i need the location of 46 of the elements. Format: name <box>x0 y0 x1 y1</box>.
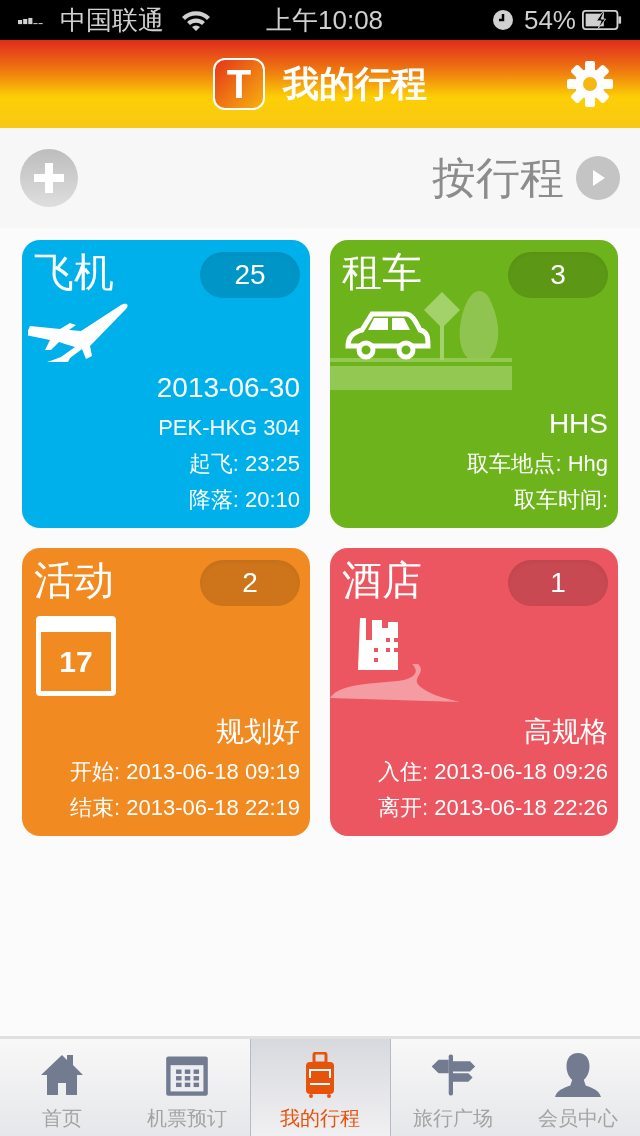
calendar-icon: 17 <box>36 616 116 696</box>
carrier-name: 中国联通 <box>60 3 164 37</box>
card-headline: 高规格 <box>524 715 608 749</box>
house-icon <box>39 1052 86 1098</box>
card-title: 飞机 <box>34 249 114 296</box>
count-badge: 3 <box>508 252 608 298</box>
card-detail: 降落: 20:10 <box>188 486 300 514</box>
card-detail: 取车地点: Hhg <box>467 450 608 478</box>
wifi-icon <box>180 8 212 32</box>
card-headline: 规划好 <box>216 715 300 749</box>
trip-card[interactable]: 租车 3 HHS 取车地点: Hhg 取车时间: <box>330 240 618 528</box>
trip-card[interactable]: 活动 2 17 规划好 开始: 2013-06-18 09:19 结束: 2013-06-18 22:19 <box>22 548 310 836</box>
tab-item[interactable]: 会员中心 <box>515 1039 640 1136</box>
card-detail: 离开: 2013-06-18 22:26 <box>378 794 608 822</box>
card-detail: 取车时间: <box>513 486 608 514</box>
card-detail: 入住: 2013-06-18 09:26 <box>378 758 608 786</box>
trip-card[interactable]: 飞机 25 2013-06-30 PEK-HKG 304 起飞: 23:25 降落: 20:10 <box>22 240 310 528</box>
play-icon <box>576 156 620 200</box>
battery-percent: 54% <box>523 3 576 37</box>
tab-item[interactable]: 首页 <box>0 1039 125 1136</box>
tab-item[interactable]: 旅行广场 <box>390 1039 516 1136</box>
status-time: 上午10:08 <box>266 3 385 37</box>
person-icon <box>554 1052 601 1098</box>
card-headline: 2013-06-30 <box>156 371 300 405</box>
count-badge: 1 <box>508 560 608 606</box>
tab-item[interactable]: 机票预订 <box>124 1039 250 1136</box>
signpost-icon <box>429 1052 476 1098</box>
card-title: 租车 <box>342 249 422 296</box>
card-detail: 结束: 2013-06-18 22:19 <box>70 794 300 822</box>
clock-icon <box>491 9 514 31</box>
tab-item[interactable]: 我的行程 <box>249 1039 391 1136</box>
sort-by-trip-button[interactable]: 按行程 <box>432 145 620 211</box>
plus-icon <box>34 163 64 193</box>
card-detail: 起飞: 23:25 <box>188 450 300 478</box>
card-headline: HHS <box>548 407 608 441</box>
card-detail: PEK-HKG 304 <box>158 414 300 442</box>
count-badge: 25 <box>200 252 300 298</box>
card-title: 酒店 <box>342 557 422 604</box>
trip-card[interactable]: 酒店 1 高规格 入住: 2013-06-18 09:26 离开: 2013-06-18 22:26 <box>330 548 618 836</box>
battery-icon <box>582 8 622 32</box>
count-badge: 2 <box>200 560 300 606</box>
card-detail: 开始: 2013-06-18 09:19 <box>70 758 300 786</box>
header-title: 我的行程 <box>283 62 427 106</box>
settings-button[interactable] <box>566 60 614 108</box>
card-title: 活动 <box>34 557 114 604</box>
app-logo: T <box>213 58 265 110</box>
